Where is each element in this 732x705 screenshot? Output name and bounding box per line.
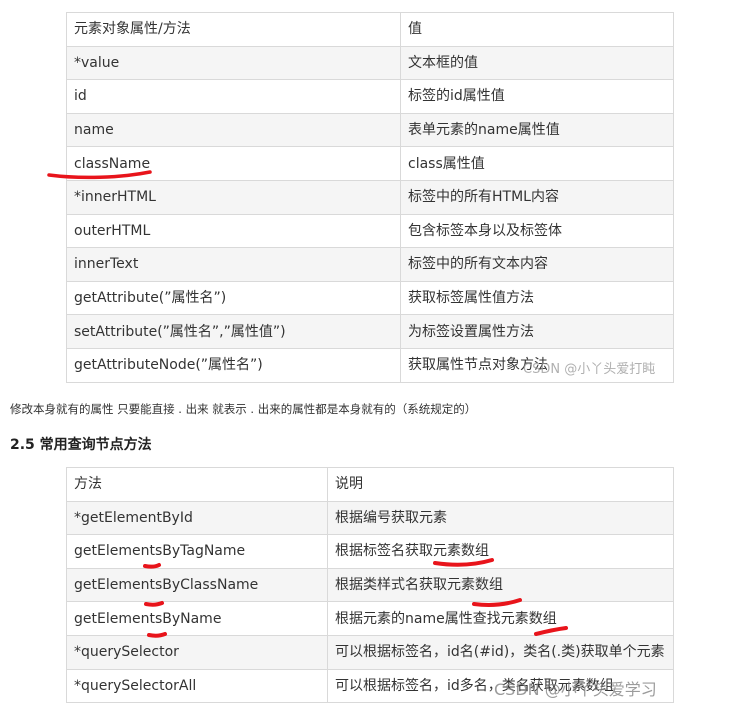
table-cell: 包含标签本身以及标签体: [400, 213, 674, 249]
table-row: *value 文本框的值: [66, 45, 674, 81]
table-cell: 标签中的所有文本内容: [400, 247, 674, 282]
table-cell: name: [66, 112, 401, 148]
table-cell: 根据类样式名获取元素数组: [327, 567, 674, 603]
table-row: *getElementById 根据编号获取元素: [66, 500, 674, 536]
table-row: *innerHTML 标签中的所有HTML内容: [66, 179, 674, 215]
table-cell: getElementsByName: [66, 601, 328, 636]
table-row: 方法 说明: [66, 467, 674, 502]
table-cell: 说明: [327, 467, 674, 502]
table-row: innerText 标签中的所有文本内容: [66, 247, 674, 282]
table-row: getElementsByTagName 根据标签名获取元素数组: [66, 534, 674, 569]
table-row: outerHTML 包含标签本身以及标签体: [66, 213, 674, 249]
table-cell: 值: [400, 12, 674, 47]
table-cell: 获取标签属性值方法: [400, 280, 674, 316]
table-cell: 获取属性节点对象方法: [400, 347, 674, 383]
table-cell: innerText: [66, 247, 401, 282]
table-cell: getAttributeNode(”属性名”): [66, 347, 401, 383]
table-cell: *innerHTML: [66, 179, 401, 215]
table-cell: 元素对象属性/方法: [66, 12, 401, 47]
table-cell: 为标签设置属性方法: [400, 314, 674, 349]
table-row: 元素对象属性/方法值: [66, 12, 674, 47]
query-methods-table: 方法 说明 *getElementById 根据编号获取元素 getElements…: [66, 467, 674, 704]
table-cell: 根据编号获取元素: [327, 500, 674, 536]
table-row: getElementsByName 根据元素的name属性查找元素数组: [66, 601, 674, 636]
table-cell: *querySelector: [66, 634, 328, 670]
table-cell: 表单元素的name属性值: [400, 112, 674, 148]
element-properties-table: 元素对象属性/方法值 *value 文本框的值 id 标签的id属性值 name 表单…: [66, 12, 674, 383]
table-cell: outerHTML: [66, 213, 401, 249]
table-cell: class属性值: [400, 146, 674, 181]
table-cell: 方法: [66, 467, 328, 502]
table-cell: *getElementById: [66, 500, 328, 536]
table-cell: setAttribute(”属性名”,”属性值”): [66, 314, 401, 349]
table-cell: 根据标签名获取元素数组: [327, 534, 674, 569]
table-cell: *querySelectorAll: [66, 668, 328, 704]
table-row: setAttribute(”属性名”,”属性值”) 为标签设置属性方法: [66, 314, 674, 349]
table-row: *querySelectorAll 可以根据标签名，id多名，类名获取元素数组: [66, 668, 674, 704]
table-cell: *value: [66, 45, 401, 81]
table-cell: 可以根据标签名，id多名，类名获取元素数组: [327, 668, 674, 704]
table-cell: 可以根据标签名，id名(#id)，类名(.类)获取单个元素: [327, 634, 674, 670]
table-row: id 标签的id属性值: [66, 79, 674, 114]
table-row: name 表单元素的name属性值: [66, 112, 674, 148]
table-cell: className: [66, 146, 401, 181]
table-row: getAttributeNode(”属性名”) 获取属性节点对象方法: [66, 347, 674, 383]
table-cell: 文本框的值: [400, 45, 674, 81]
table-cell: getAttribute(”属性名”): [66, 280, 401, 316]
table-cell: 根据元素的name属性查找元素数组: [327, 601, 674, 636]
table-row: getElementsByClassName 根据类样式名获取元素数组: [66, 567, 674, 603]
table-cell: getElementsByTagName: [66, 534, 328, 569]
table-cell: 标签中的所有HTML内容: [400, 179, 674, 215]
table-cell: getElementsByClassName: [66, 567, 328, 603]
table-row: getAttribute(”属性名”) 获取标签属性值方法: [66, 280, 674, 316]
table-cell: id: [66, 79, 401, 114]
section-heading: 2.5 常用查询节点方法: [10, 437, 152, 453]
note-text: 修改本身就有的属性 只要能直接 . 出来 就表示 . 出来的属性都是本身就有的（…: [10, 402, 477, 416]
table-cell: 标签的id属性值: [400, 79, 674, 114]
table-row: className class属性值: [66, 146, 674, 181]
table-row: *querySelector 可以根据标签名，id名(#id)，类名(.类)获取单…: [66, 634, 674, 670]
